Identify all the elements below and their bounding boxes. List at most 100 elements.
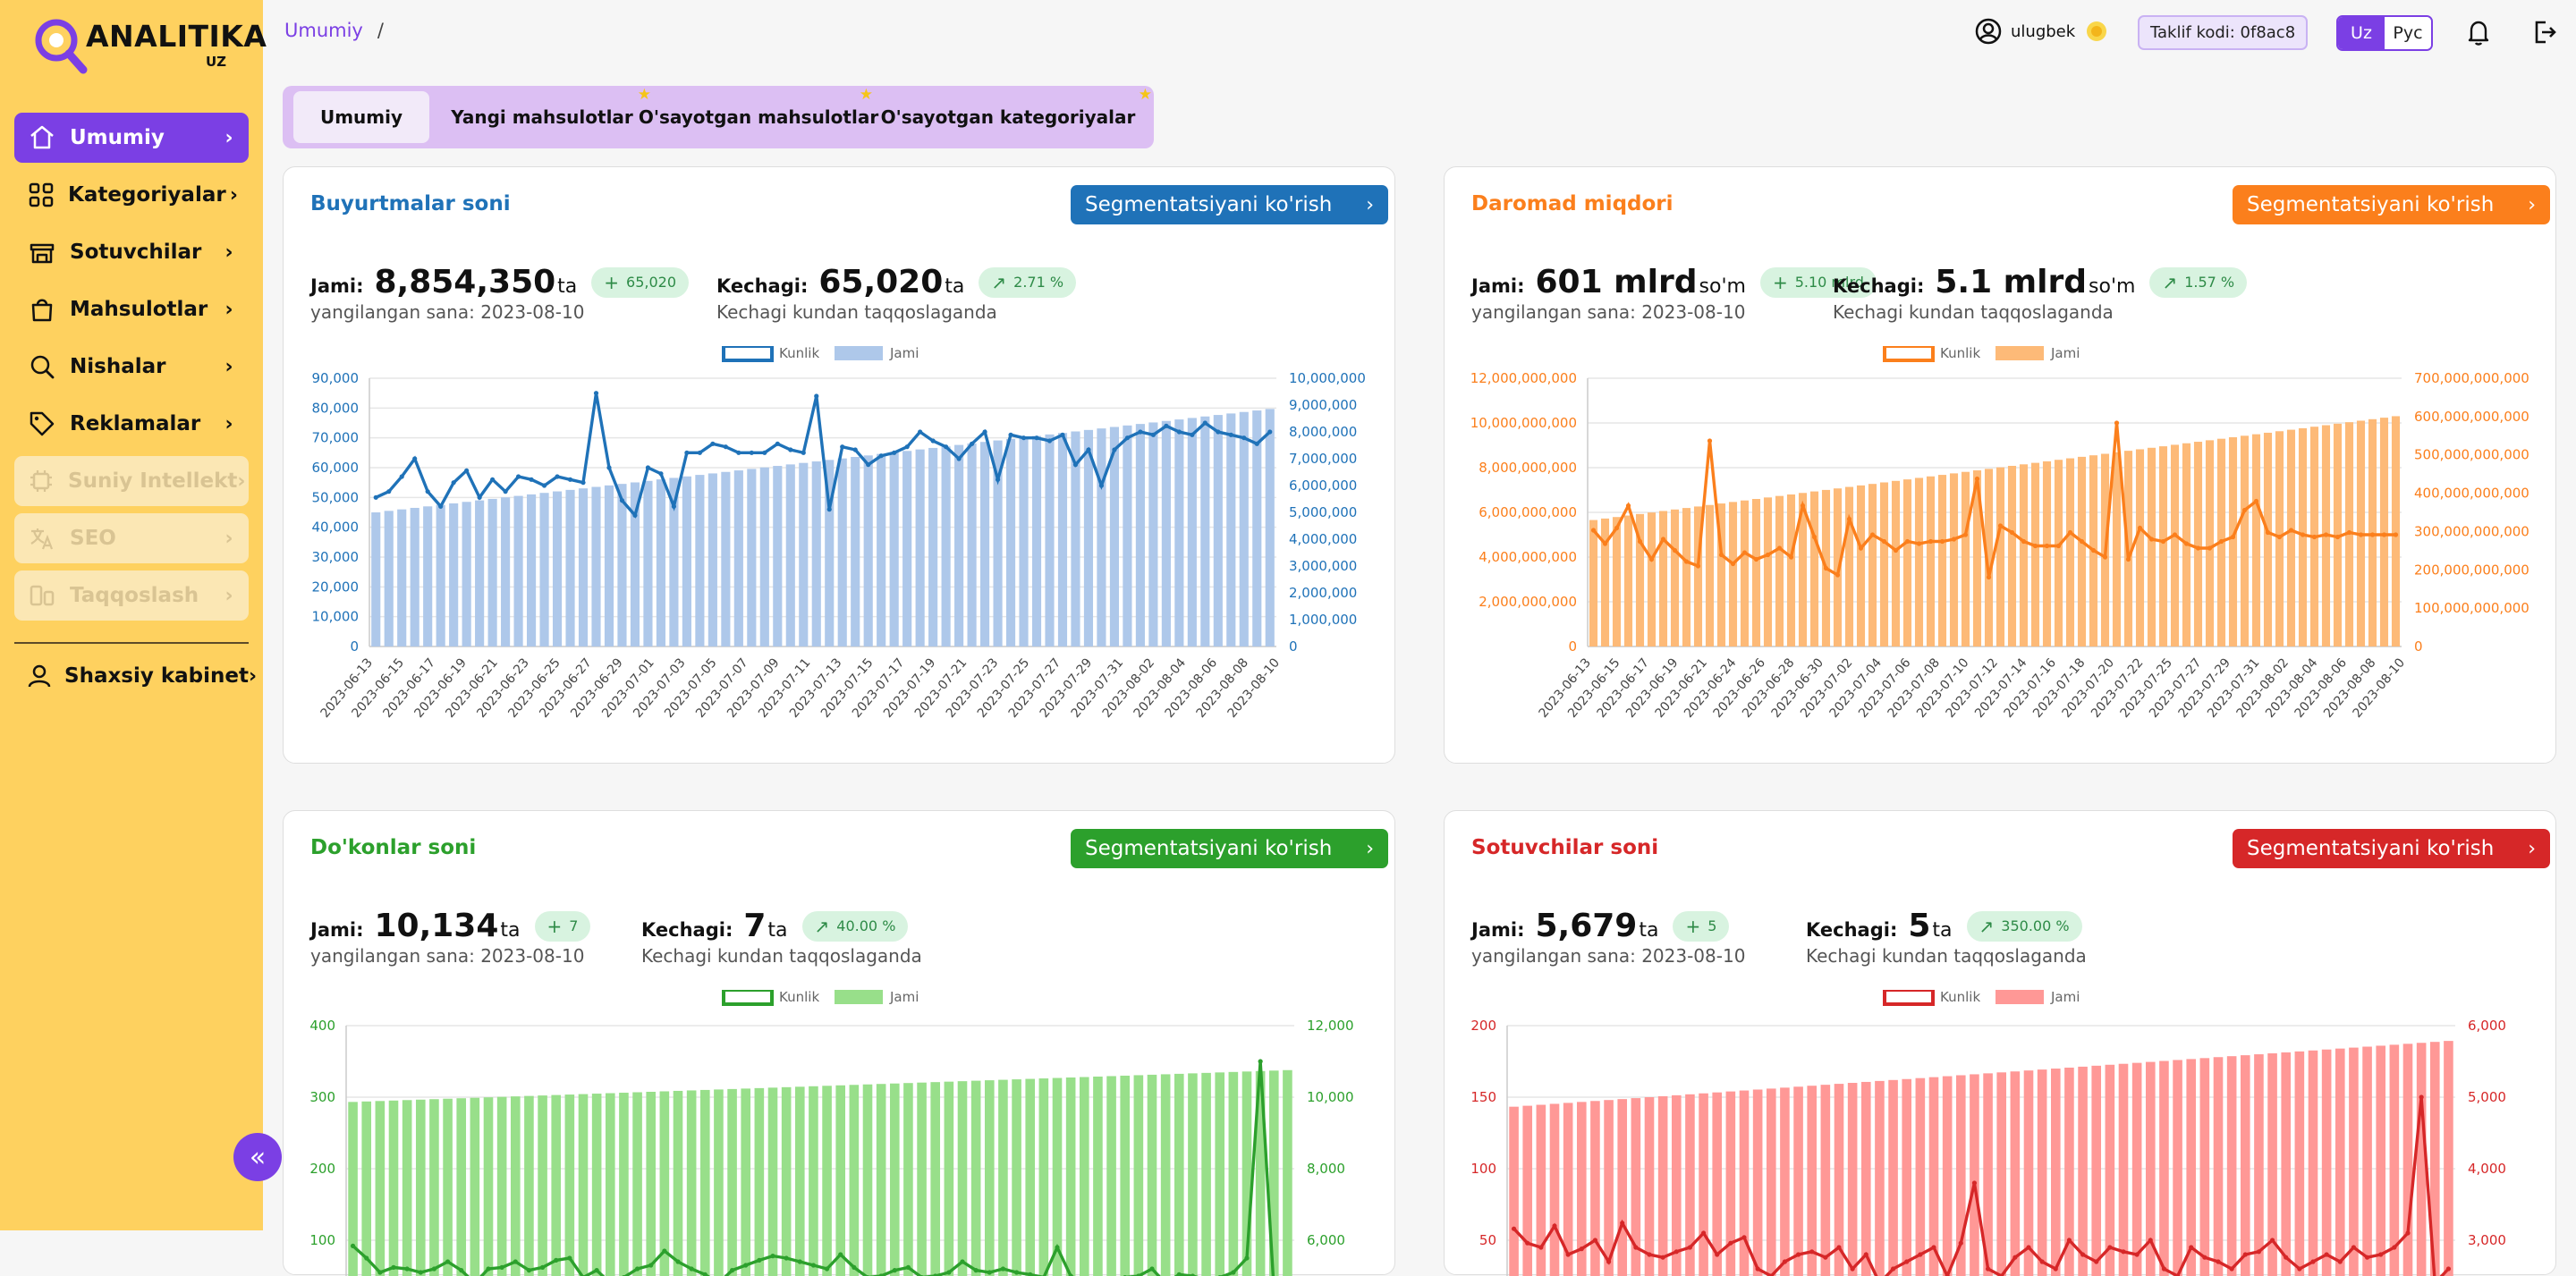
sidebar-item-reklamalar[interactable]: Reklamalar › (14, 399, 249, 449)
referral-code[interactable]: Taklif kodi: 0f8ac8 (2138, 15, 2309, 50)
bar (1879, 482, 1889, 646)
segmentation-button[interactable]: Segmentatsiyani ko'rish › (1071, 829, 1389, 868)
line-point (1648, 556, 1655, 562)
tab-yangi-mahsulotlar[interactable]: Yangi mahsulotlar ★ (442, 86, 651, 143)
sidebar-item-sotuvchilar[interactable]: Sotuvchilar › (14, 227, 249, 277)
bar (1725, 1091, 1736, 1276)
line-point (386, 489, 392, 494)
line-point (852, 447, 858, 452)
sidebar-item-umumiy[interactable]: Umumiy › (14, 113, 249, 163)
yesterday-pct-badge: ↗ 2.71 % (979, 266, 1077, 298)
bar (659, 1091, 670, 1276)
sidebar-item-label: Mahsulotlar (70, 298, 208, 321)
line-point (710, 441, 716, 446)
total-label: Jami: (310, 919, 364, 941)
line-point (2242, 1252, 2248, 1257)
segmentation-button[interactable]: Segmentatsiyani ko'rish › (2233, 829, 2551, 868)
line-point (2256, 1249, 2262, 1255)
line-point (445, 1259, 451, 1264)
line-point (658, 471, 664, 477)
bar (2050, 1069, 2061, 1276)
line-point (918, 429, 923, 435)
total-delta-badge: +7 (534, 910, 591, 942)
line-point (1258, 1059, 1263, 1064)
plus-icon: + (604, 271, 620, 293)
y-left-tick-label: 4,000,000,000 (1479, 549, 1577, 565)
compare-note: Kechagi kundan taqqoslaganda (1806, 945, 2087, 967)
bar (1123, 425, 1132, 646)
bar (397, 509, 407, 646)
line-point (513, 1259, 518, 1264)
line-point (1881, 538, 1887, 545)
bar (1093, 1076, 1103, 1276)
bar (1996, 1072, 2007, 1276)
tab-o-sayotgan-mahsulotlar[interactable]: O'sayotgan mahsulotlar ★ (639, 86, 878, 143)
bar (2334, 1048, 2345, 1276)
bar (501, 497, 511, 646)
line-point (2369, 532, 2376, 537)
tab-umumiy[interactable]: Umumiy (293, 91, 429, 143)
sidebar-item-mahsulotlar[interactable]: Mahsulotlar › (14, 284, 249, 334)
sidebar-item-nishalar[interactable]: Nishalar › (14, 342, 249, 392)
line-point (1112, 447, 1117, 452)
line-point (2067, 529, 2073, 536)
legend-daily-swatch (722, 990, 774, 1006)
line-point (634, 1266, 640, 1272)
collapse-sidebar-button[interactable]: « (233, 1133, 282, 1181)
line-point (1836, 1245, 1842, 1250)
line-point (2066, 1238, 2072, 1243)
y-left-tick-label: 60,000 (312, 460, 360, 476)
bar (2254, 1054, 2264, 1276)
chevron-right-icon: › (2528, 193, 2537, 216)
bar (941, 446, 951, 646)
lang-uz-button[interactable]: Uz (2338, 17, 2385, 49)
line-point (1835, 572, 1841, 578)
bar (2118, 1063, 2129, 1276)
line-point (412, 456, 418, 461)
sidebar-item-kategoriyalar[interactable]: Kategoriyalar › (14, 170, 249, 220)
bar (877, 453, 886, 646)
bar (619, 1093, 629, 1276)
bar (2205, 440, 2215, 646)
line-point (1795, 1252, 1801, 1257)
bar (1942, 1076, 1953, 1276)
breadcrumb-item[interactable]: Umumiy (284, 20, 363, 41)
user-menu[interactable]: ulugbek (1975, 18, 2107, 45)
bar (851, 456, 860, 646)
line-point (2079, 538, 2085, 545)
line-point (762, 450, 767, 455)
segmentation-button[interactable]: Segmentatsiyani ko'rish › (1071, 185, 1389, 224)
logo[interactable]: ANALITIKA UZ (34, 16, 267, 79)
line-point (2288, 528, 2294, 533)
y-left-tick-label: 90,000 (312, 370, 360, 386)
chevron-right-icon: › (225, 355, 233, 378)
sidebar-item-suniy-intellekt: Suniy Intellekt › (14, 456, 249, 506)
bar (915, 449, 925, 646)
line-point (757, 1257, 762, 1263)
bar (1213, 415, 1223, 646)
bell-icon[interactable] (2463, 17, 2494, 47)
line-point (1800, 503, 1806, 509)
segmentation-button[interactable]: Segmentatsiyani ko'rish › (2233, 185, 2551, 224)
user-circle-icon (1975, 18, 2002, 45)
tab-o-sayotgan-kategoriyalar[interactable]: O'sayotgan kategoriyalar ★ (873, 86, 1152, 143)
bar (794, 1086, 805, 1276)
bar (2077, 456, 2087, 646)
line-point (2358, 532, 2364, 537)
bar (2228, 436, 2238, 646)
segmentation-button-label: Segmentatsiyani ko'rish (1085, 193, 1333, 216)
line-point (1863, 1252, 1868, 1257)
line-point (810, 1263, 817, 1268)
logout-icon[interactable] (2529, 17, 2560, 47)
lang-ru-button[interactable]: Рус (2385, 17, 2431, 49)
line-point (1660, 1255, 1665, 1260)
line-point (2125, 556, 2131, 562)
sidebar-item-shaxsiy-kabinet[interactable]: Shaxsiy kabinet › (14, 651, 257, 701)
line-point (2148, 1238, 2153, 1243)
y-left-tick-label: 200 (1470, 1018, 1496, 1034)
bar (1670, 509, 1680, 646)
bar (733, 470, 743, 646)
bar (443, 1098, 453, 1276)
line-point (2419, 1094, 2424, 1100)
y-right-tick-label: 10,000,000 (1289, 370, 1366, 386)
